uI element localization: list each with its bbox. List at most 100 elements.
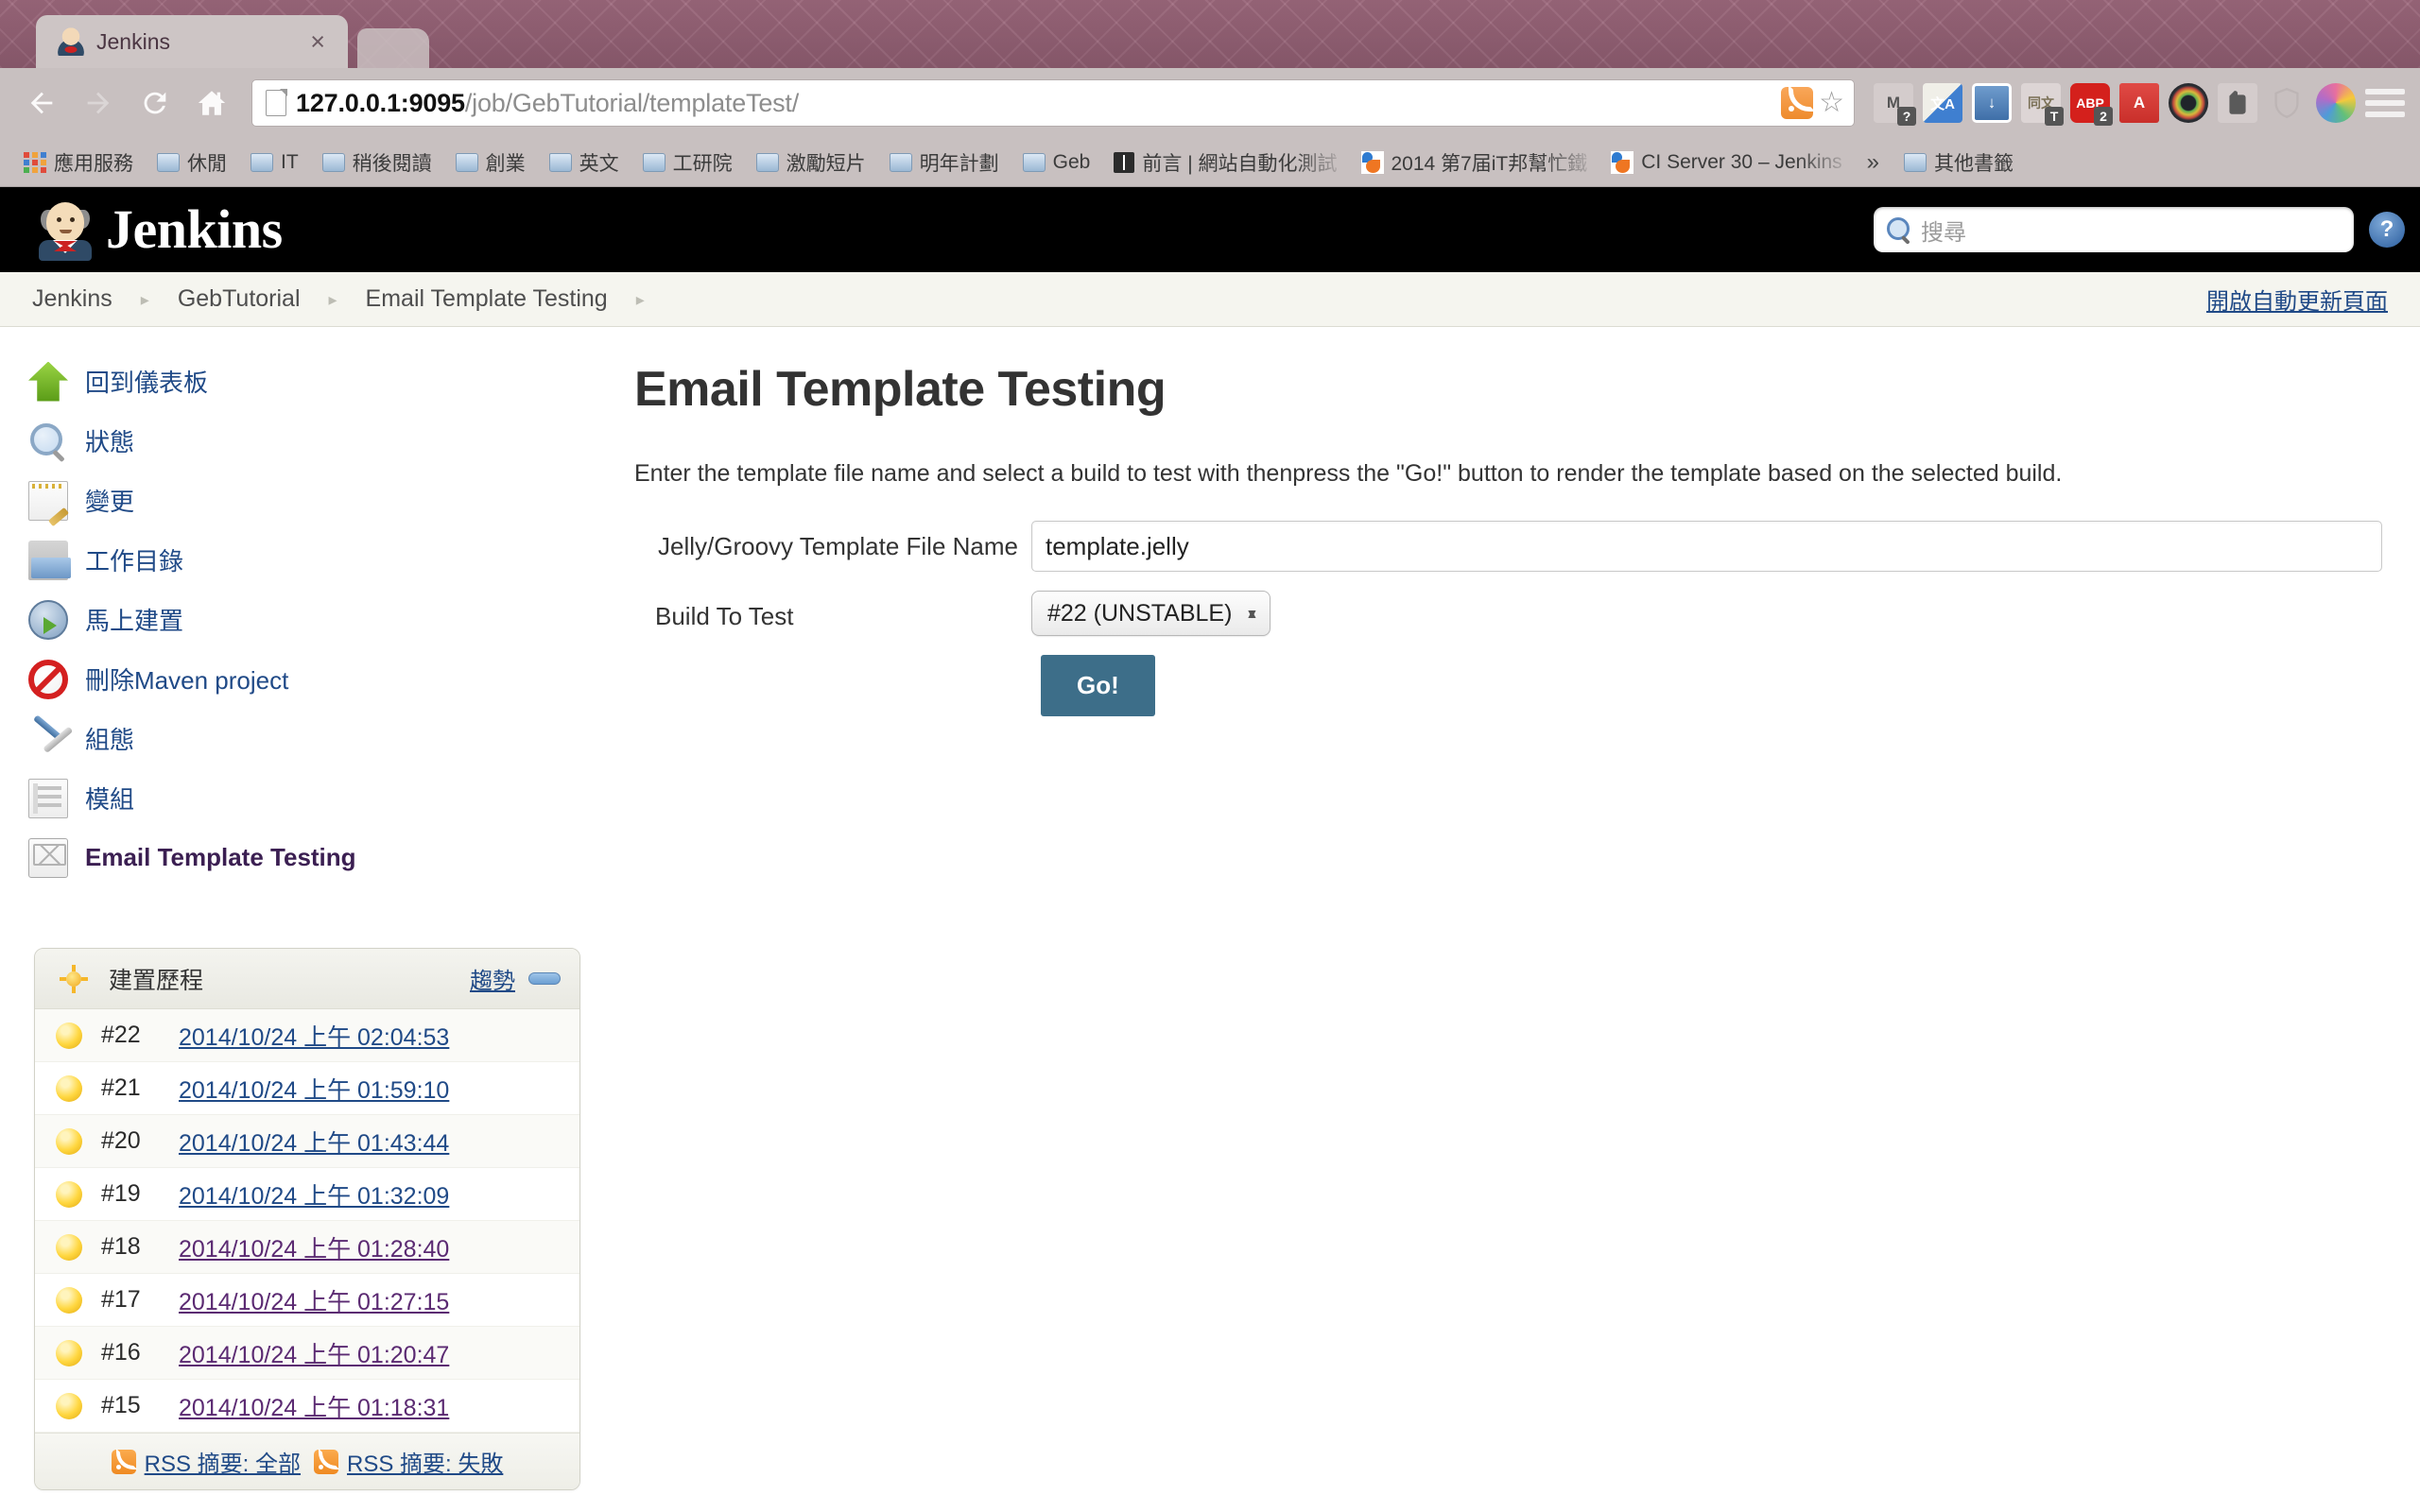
table-row[interactable]: #20 2014/10/24 上午 01:43:44 bbox=[35, 1115, 579, 1168]
evernote-icon[interactable] bbox=[2218, 83, 2257, 123]
rss-failed-link[interactable]: RSS 摘要: 失敗 bbox=[314, 1445, 503, 1478]
download-icon[interactable]: ↓ bbox=[1972, 83, 2012, 123]
build-number: #19 bbox=[101, 1180, 141, 1207]
apps-grid-icon bbox=[24, 151, 46, 173]
build-number: #18 bbox=[101, 1233, 141, 1260]
bookmark-page[interactable]: CI Server 30 – Jenkins bbox=[1600, 146, 1852, 179]
build-date-link[interactable]: 2014/10/24 上午 01:59:10 bbox=[179, 1072, 449, 1106]
address-bar[interactable]: 127.0.0.1:9095/job/GebTutorial/templateT… bbox=[251, 79, 1855, 127]
trend-toggle[interactable] bbox=[528, 972, 561, 985]
sun-icon bbox=[60, 964, 88, 993]
search-input[interactable]: 搜尋 bbox=[1874, 207, 2354, 252]
build-date-link[interactable]: 2014/10/24 上午 01:18:31 bbox=[179, 1389, 449, 1423]
rss-icon[interactable] bbox=[1781, 85, 1816, 119]
extension-badge: 2 bbox=[2094, 107, 2113, 126]
table-row[interactable]: #21 2014/10/24 上午 01:59:10 bbox=[35, 1062, 579, 1115]
sidebar: 回到儀表板 狀態 變更 工作目錄 馬上建置 刪除Maven project 組態 bbox=[0, 327, 600, 1512]
red-book-icon[interactable]: A bbox=[2119, 83, 2159, 123]
bookmark-folder[interactable]: Geb bbox=[1012, 146, 1101, 179]
breadcrumb-item-jenkins[interactable]: Jenkins bbox=[28, 285, 116, 313]
table-row[interactable]: #18 2014/10/24 上午 01:28:40 bbox=[35, 1221, 579, 1274]
tongwen-icon[interactable]: 同文 T bbox=[2021, 83, 2064, 126]
url-host: 127.0.0.1:9095 bbox=[296, 88, 465, 117]
address-bar-actions: ☆ bbox=[1781, 85, 1848, 119]
build-date-link[interactable]: 2014/10/24 上午 01:20:47 bbox=[179, 1336, 449, 1370]
sidebar-item-delete-maven-project[interactable]: 刪除Maven project bbox=[28, 649, 600, 709]
status-ball-unstable bbox=[56, 1022, 82, 1049]
camera-lens-icon[interactable] bbox=[2169, 83, 2208, 123]
sidebar-item-status[interactable]: 狀態 bbox=[28, 411, 600, 471]
rss-all-link[interactable]: RSS 摘要: 全部 bbox=[111, 1445, 301, 1478]
bookmark-label: 前言 | 網站自動化測試 bbox=[1142, 152, 1338, 175]
bookmark-folder[interactable]: 明年計劃 bbox=[879, 144, 1010, 181]
table-row[interactable]: #17 2014/10/24 上午 01:27:15 bbox=[35, 1274, 579, 1327]
build-date-link[interactable]: 2014/10/24 上午 02:04:53 bbox=[179, 1019, 449, 1053]
star-icon[interactable]: ☆ bbox=[1819, 89, 1844, 117]
bookmark-other[interactable]: 其他書籤 bbox=[1893, 144, 2024, 181]
status-ball-unstable bbox=[56, 1127, 82, 1155]
globe-icon[interactable] bbox=[2316, 83, 2356, 123]
sidebar-item-changes[interactable]: 變更 bbox=[28, 471, 600, 530]
template-file-input[interactable] bbox=[1031, 521, 2382, 572]
breadcrumb-item-gebtutorial[interactable]: GebTutorial bbox=[174, 285, 304, 313]
no-entry-icon bbox=[28, 659, 68, 699]
bookmark-page[interactable]: 2014 第7届iT邦幫忙鐵 bbox=[1351, 144, 1599, 181]
sidebar-item-workspace[interactable]: 工作目錄 bbox=[28, 530, 600, 590]
build-date-link[interactable]: 2014/10/24 上午 01:27:15 bbox=[179, 1283, 449, 1317]
bookmark-folder[interactable]: 稍後閱讀 bbox=[312, 144, 442, 181]
table-row[interactable]: #16 2014/10/24 上午 01:20:47 bbox=[35, 1327, 579, 1380]
sidebar-item-modules[interactable]: 模組 bbox=[28, 768, 600, 828]
bookmarks-overflow-icon[interactable]: » bbox=[1856, 149, 1891, 176]
reload-icon[interactable] bbox=[129, 77, 182, 129]
home-icon[interactable] bbox=[185, 77, 238, 129]
adblock-plus-icon[interactable]: ABP 2 bbox=[2070, 83, 2113, 126]
chevron-right-icon: ▸ bbox=[140, 289, 149, 309]
folder-icon bbox=[455, 152, 478, 172]
forward-arrow-icon[interactable] bbox=[72, 77, 125, 129]
new-tab-button[interactable] bbox=[357, 28, 429, 68]
bookmark-folder[interactable]: IT bbox=[240, 146, 309, 179]
go-button[interactable]: Go! bbox=[1041, 655, 1155, 716]
build-date-link[interactable]: 2014/10/24 上午 01:32:09 bbox=[179, 1177, 449, 1211]
build-to-test-select[interactable]: #22 (UNSTABLE) ▲ ▼ bbox=[1031, 591, 1271, 636]
breadcrumb-item-email-template-testing[interactable]: Email Template Testing bbox=[362, 285, 612, 313]
build-date-link[interactable]: 2014/10/24 上午 01:28:40 bbox=[179, 1230, 449, 1264]
shield-icon[interactable] bbox=[2267, 83, 2307, 123]
table-row[interactable]: #19 2014/10/24 上午 01:32:09 bbox=[35, 1168, 579, 1221]
tools-icon bbox=[28, 719, 68, 759]
main-content: Email Template Testing Enter the templat… bbox=[600, 327, 2420, 1512]
book-icon bbox=[1114, 151, 1135, 173]
hamburger-menu-icon[interactable] bbox=[2365, 89, 2405, 117]
bookmark-apps[interactable]: 應用服務 bbox=[13, 144, 144, 181]
sidebar-item-configure[interactable]: 組態 bbox=[28, 709, 600, 768]
table-row[interactable]: #22 2014/10/24 上午 02:04:53 bbox=[35, 1009, 579, 1062]
build-date-link[interactable]: 2014/10/24 上午 01:43:44 bbox=[179, 1125, 449, 1159]
sidebar-item-build-now[interactable]: 馬上建置 bbox=[28, 590, 600, 649]
browser-navbar: 127.0.0.1:9095/job/GebTutorial/templateT… bbox=[0, 68, 2420, 138]
help-icon[interactable]: ? bbox=[2369, 212, 2405, 248]
gmail-checker-icon[interactable]: M? bbox=[1874, 83, 1916, 126]
table-row[interactable]: #15 2014/10/24 上午 01:18:31 bbox=[35, 1380, 579, 1433]
back-arrow-icon[interactable] bbox=[15, 77, 68, 129]
bookmark-folder[interactable]: 休閒 bbox=[147, 144, 237, 181]
jenkins-logo-link[interactable]: Jenkins bbox=[36, 198, 283, 261]
trend-link[interactable]: 趨勢 bbox=[470, 962, 515, 995]
auto-refresh-link[interactable]: 開啟自動更新頁面 bbox=[2206, 283, 2388, 316]
translate-icon[interactable]: 文A bbox=[1923, 83, 1962, 123]
bookmark-page[interactable]: 前言 | 網站自動化測試 bbox=[1103, 144, 1347, 181]
bookmark-folder[interactable]: 英文 bbox=[539, 144, 630, 181]
browser-titlebar: Jenkins × bbox=[0, 0, 2420, 68]
browser-tab[interactable]: Jenkins × bbox=[36, 15, 348, 68]
chevron-right-icon: ▸ bbox=[635, 289, 645, 309]
page-info-icon bbox=[266, 89, 287, 116]
bookmark-folder[interactable]: 工研院 bbox=[632, 144, 743, 181]
clock-play-icon bbox=[28, 599, 68, 640]
sidebar-item-email-template-testing[interactable]: Email Template Testing bbox=[28, 828, 600, 887]
close-icon[interactable]: × bbox=[302, 28, 333, 55]
bookmark-label: 工研院 bbox=[672, 152, 733, 175]
sidebar-item-back-to-dashboard[interactable]: 回到儀表板 bbox=[28, 352, 600, 411]
bookmark-folder[interactable]: 激勵短片 bbox=[746, 144, 876, 181]
extension-icons: M? 文A ↓ 同文 T ABP 2 A bbox=[1868, 83, 2405, 126]
bookmark-folder[interactable]: 創業 bbox=[445, 144, 536, 181]
status-ball-unstable bbox=[56, 1392, 82, 1419]
